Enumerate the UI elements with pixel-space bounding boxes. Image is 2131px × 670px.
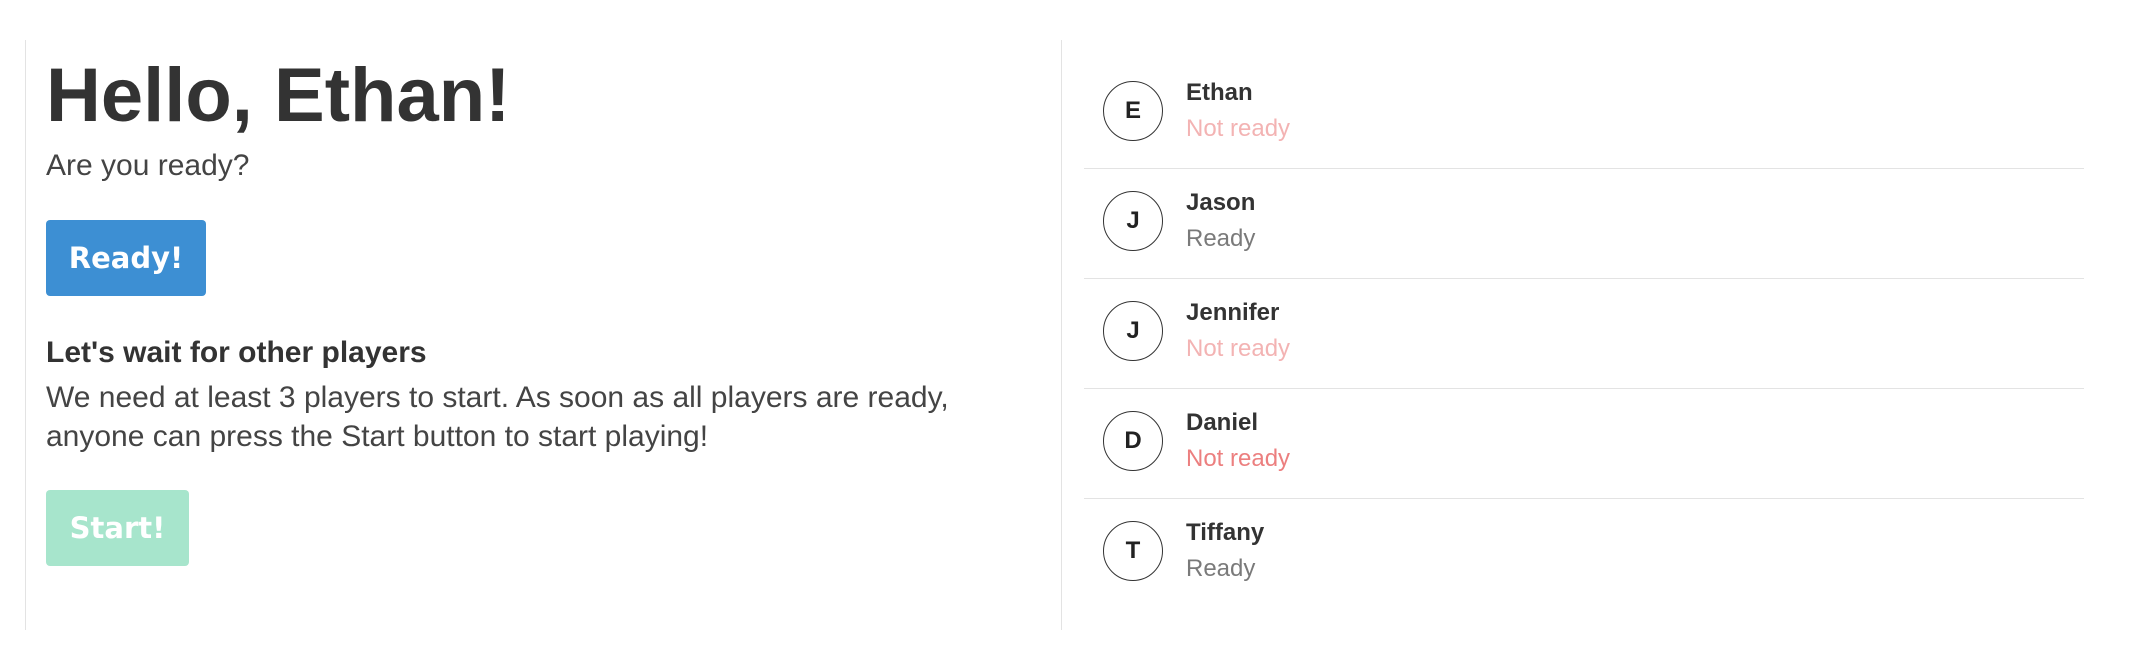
player-name: Ethan	[1186, 79, 1253, 106]
player-name: Daniel	[1186, 409, 1259, 436]
avatar: J	[1103, 191, 1163, 251]
player-status: Ready	[1186, 225, 1256, 252]
player-name: Jason	[1186, 189, 1256, 216]
player-name: Tiffany	[1186, 519, 1265, 546]
greeting-title: Hello, Ethan!	[46, 53, 511, 138]
ready-button[interactable]: Ready!	[46, 220, 206, 296]
waiting-description: We need at least 3 players to start. As …	[46, 381, 949, 453]
player-name: Jennifer	[1186, 299, 1280, 326]
avatar: D	[1103, 411, 1163, 471]
start-button[interactable]: Start!	[46, 490, 189, 566]
player-row-jason: J Jason Ready	[1084, 169, 2084, 279]
avatar: E	[1103, 81, 1163, 141]
waiting-title: Let's wait for other players	[46, 336, 427, 369]
player-row-ethan: E Ethan Not ready	[1084, 59, 2084, 169]
lobby-page: Hello, Ethan! Are you ready? Ready! Let'…	[0, 0, 2131, 670]
avatar: T	[1103, 521, 1163, 581]
welcome-panel: Hello, Ethan! Are you ready? Ready! Let'…	[25, 40, 1062, 630]
greeting-subtitle: Are you ready?	[46, 149, 250, 182]
player-status: Ready	[1186, 555, 1256, 582]
avatar: J	[1103, 301, 1163, 361]
player-status: Not ready	[1186, 115, 1291, 142]
player-row-daniel: D Daniel Not ready	[1084, 389, 2084, 499]
player-list: E Ethan Not ready J Jason Ready J Jennif…	[1084, 59, 2084, 609]
player-status: Not ready	[1186, 445, 1291, 472]
player-row-tiffany: T Tiffany Ready	[1084, 499, 2084, 609]
player-status: Not ready	[1186, 335, 1291, 362]
player-row-jennifer: J Jennifer Not ready	[1084, 279, 2084, 389]
